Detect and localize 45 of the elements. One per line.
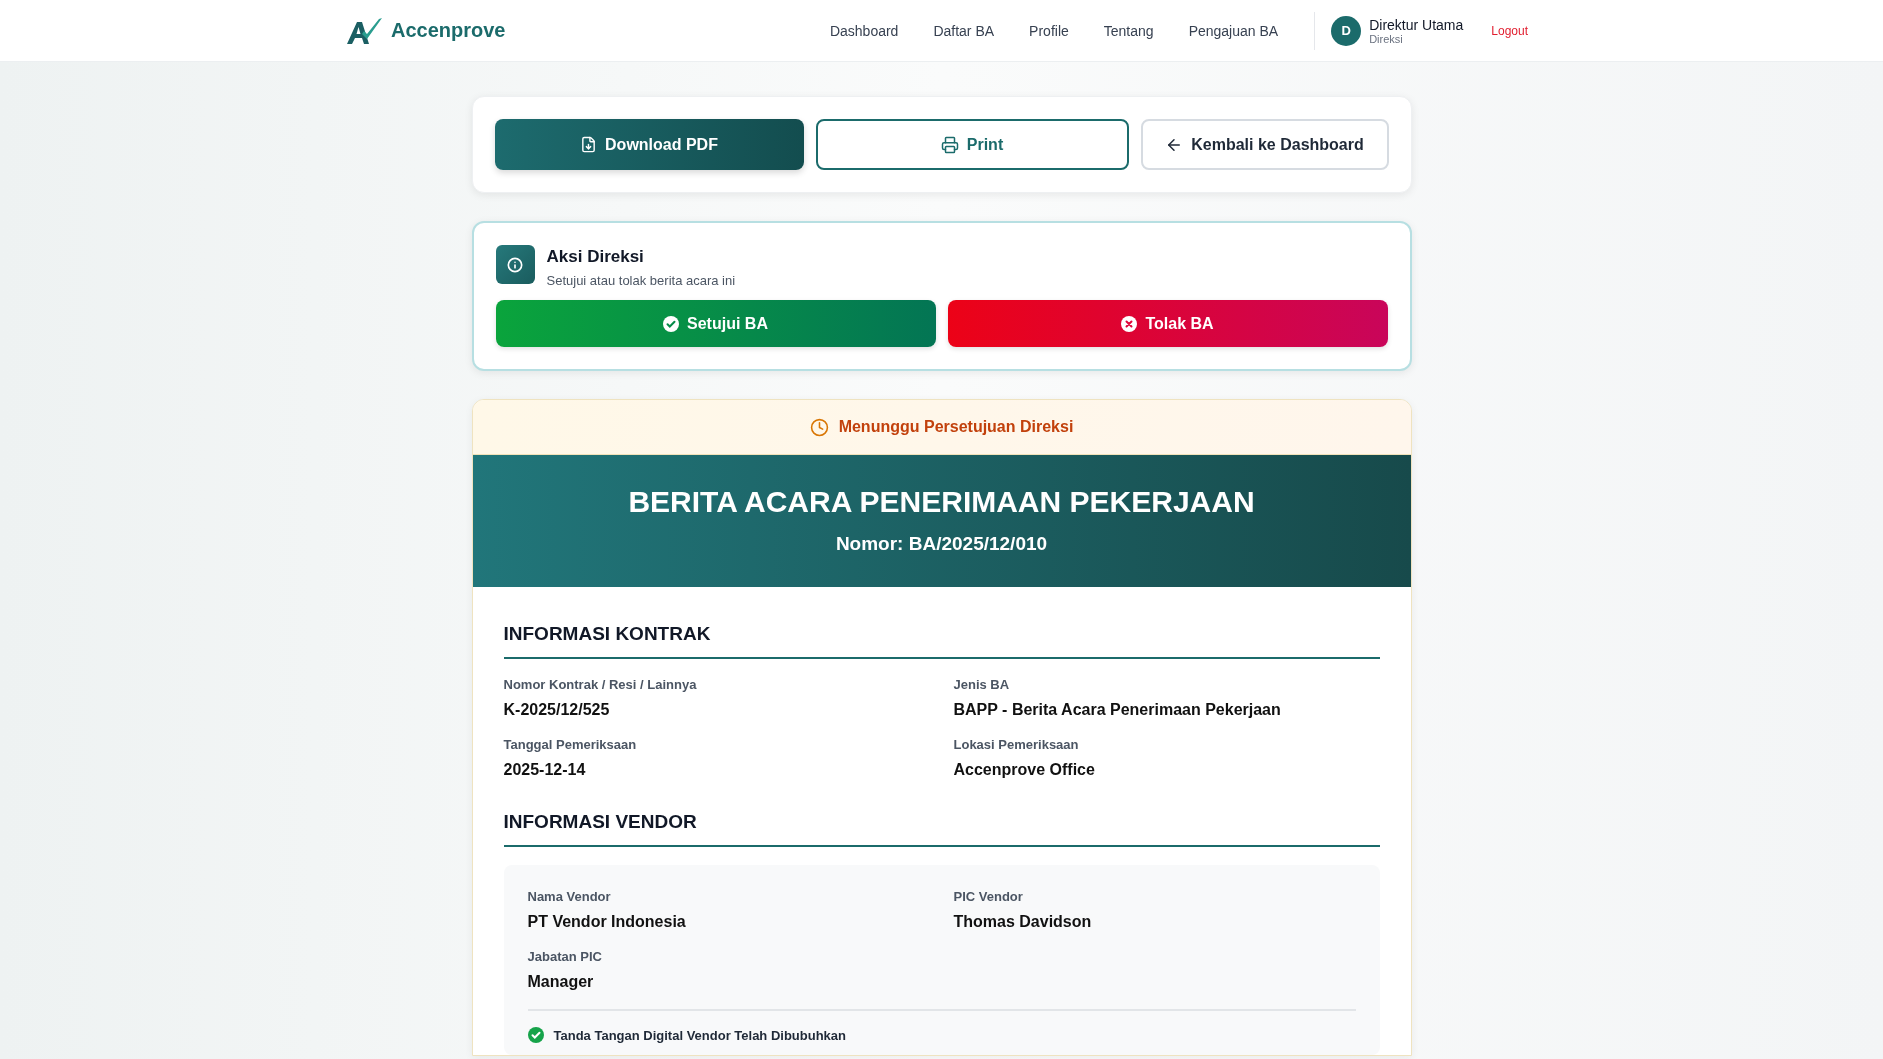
user-avatar: D	[1331, 15, 1362, 46]
document-number: Nomor: BA/2025/12/010	[835, 533, 1048, 555]
field-value: 2025-12-14	[503, 761, 587, 779]
nav-link[interactable]: Tentang	[1103, 22, 1154, 39]
field-label: Nomor Kontrak / Resi / Lainnya	[503, 677, 698, 692]
toolbar-button[interactable]: Kembali ke Dashboard	[1140, 119, 1389, 170]
action-subtitle: Setujui atau tolak berita acara ini	[546, 273, 736, 288]
nav-link[interactable]: Daftar BA	[933, 22, 995, 39]
check-circle-icon	[527, 1027, 544, 1043]
field-value: Manager	[527, 973, 595, 991]
field-value: Accenprove Office	[953, 761, 1096, 779]
clock-icon	[809, 417, 829, 437]
toolbar-button[interactable]: Download PDF	[494, 119, 804, 170]
approve-button[interactable]: Setujui BA	[495, 300, 936, 347]
nav-link[interactable]: Profile	[1029, 22, 1069, 39]
field-value: PT Vendor Indonesia	[527, 913, 687, 931]
check-circle-icon	[663, 315, 680, 332]
field-label: Jenis BA	[953, 677, 1011, 692]
user-name: Direktur Utama	[1369, 16, 1464, 33]
toolbar-button[interactable]: Print	[815, 119, 1129, 170]
x-circle-icon	[1121, 315, 1138, 332]
field-label: Tanggal Pemeriksaan	[503, 737, 638, 752]
section-heading: INFORMASI VENDOR	[503, 811, 1380, 847]
status-text: Menunggu Persetujuan Direksi	[838, 418, 1074, 436]
field-value: Thomas Davidson	[953, 913, 1093, 931]
field-label: PIC Vendor	[953, 889, 1024, 904]
signature-status: Tanda Tangan Digital Vendor Telah Dibubuhkan	[553, 1027, 847, 1043]
field-label: Lokasi Pemeriksaan	[953, 737, 1080, 752]
field-label: Jabatan PIC	[527, 949, 603, 964]
printer-icon	[940, 135, 959, 154]
file-download-icon	[580, 136, 598, 153]
nav-link[interactable]: Dashboard	[829, 22, 899, 39]
nav-link[interactable]: Pengajuan BA	[1188, 22, 1279, 39]
reject-button[interactable]: Tolak BA	[947, 300, 1388, 347]
logout-link[interactable]: Logout	[1491, 23, 1528, 38]
logo-icon	[345, 15, 383, 46]
info-icon	[495, 245, 535, 284]
document-title: BERITA ACARA PENERIMAAN PEKERJAAN	[628, 485, 1255, 519]
field-label: Nama Vendor	[527, 889, 612, 904]
section-heading: INFORMASI KONTRAK	[503, 623, 1380, 659]
field-value: BAPP - Berita Acara Penerimaan Pekerjaan	[953, 701, 1282, 719]
brand-name: Accenprove	[391, 19, 506, 42]
field-value: K-2025/12/525	[503, 701, 611, 719]
action-title: Aksi Direksi	[546, 247, 645, 267]
user-role: Direksi	[1369, 32, 1404, 45]
